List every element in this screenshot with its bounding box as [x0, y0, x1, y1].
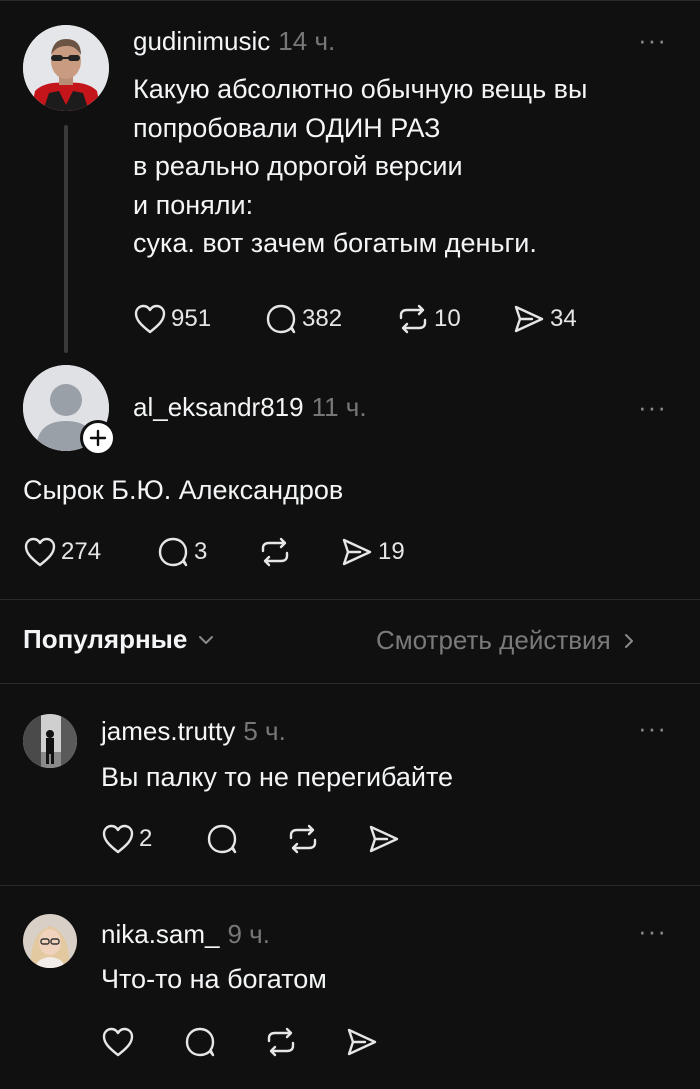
repost-icon [261, 537, 289, 567]
sort-dropdown[interactable]: Популярные [23, 624, 217, 655]
reply-repost-button[interactable] [258, 535, 292, 569]
comment-more-button[interactable]: ··· [638, 715, 667, 741]
post-comment-button[interactable]: 382 [264, 302, 342, 336]
sort-label: Популярные [23, 624, 188, 654]
chevron-down-icon [199, 635, 214, 644]
reply-share-button[interactable]: 19 [340, 535, 405, 569]
post-more-button[interactable]: ··· [638, 27, 667, 53]
comment-repost-button[interactable] [286, 822, 320, 856]
post-comment-count: 382 [302, 305, 343, 332]
share-icon [369, 825, 399, 853]
comment-username[interactable]: james.trutty [101, 716, 235, 746]
comment-author[interactable]: nika.sam_ 9 ч. [101, 919, 270, 950]
top-divider [0, 0, 700, 1]
repost-icon [399, 304, 427, 334]
comment-icon [185, 1027, 215, 1057]
reply-author[interactable]: al_eksandr819 11 ч. [133, 392, 367, 423]
comment-like-button[interactable] [101, 1025, 135, 1059]
comment-text: Что-то на богатом [101, 964, 327, 994]
reply-share-count: 19 [378, 538, 405, 565]
repost-icon [289, 824, 317, 854]
comment-icon [158, 537, 188, 567]
comment-icon [266, 304, 296, 334]
post-repost-button[interactable]: 10 [396, 302, 461, 336]
heart-icon [24, 537, 56, 567]
reply-like-count: 274 [61, 538, 102, 565]
filter-divider [0, 683, 700, 684]
comment-timestamp: 9 ч. [227, 919, 270, 949]
share-icon [514, 305, 544, 333]
post-like-count: 951 [171, 305, 212, 332]
follow-button[interactable] [80, 420, 116, 456]
avatar-gudinimusic[interactable] [23, 25, 109, 111]
avatar-james-trutty[interactable] [23, 714, 77, 768]
comment-like-button[interactable]: 2 [101, 822, 152, 856]
share-icon [342, 538, 372, 566]
post-like-button[interactable]: 951 [133, 302, 211, 336]
avatar-nika-sam[interactable] [23, 914, 77, 968]
post-username[interactable]: gudinimusic [133, 26, 270, 56]
comment-reply-button[interactable] [205, 822, 239, 856]
comment-share-button[interactable] [345, 1025, 379, 1059]
comment-more-button[interactable]: ··· [638, 918, 667, 944]
post-text: Какую абсолютно обычную вещь вы попробов… [133, 74, 588, 258]
heart-icon [134, 304, 166, 334]
thread-line [64, 125, 68, 353]
comment-reply-button[interactable] [183, 1025, 217, 1059]
reply-username[interactable]: al_eksandr819 [133, 392, 304, 422]
comment-divider [0, 885, 700, 886]
post-timestamp: 14 ч. [278, 26, 336, 56]
repost-icon [267, 1027, 295, 1057]
chevron-right-icon [624, 633, 633, 648]
comment-username[interactable]: nika.sam_ [101, 919, 220, 949]
heart-icon [102, 1027, 134, 1057]
reply-text: Сырок Б.Ю. Александров [23, 475, 344, 505]
heart-icon [102, 824, 134, 854]
reply-more-button[interactable]: ··· [638, 394, 667, 420]
reply-timestamp: 11 ч. [311, 392, 367, 422]
post-share-button[interactable]: 34 [512, 302, 577, 336]
comment-share-button[interactable] [367, 822, 401, 856]
comment-timestamp: 5 ч. [243, 716, 286, 746]
view-activity-link[interactable]: Смотреть действия [376, 625, 639, 656]
comment-icon [207, 824, 237, 854]
post-repost-count: 10 [434, 305, 461, 332]
share-icon [347, 1028, 377, 1056]
reply-like-button[interactable]: 274 [23, 535, 101, 569]
post-author[interactable]: gudinimusic 14 ч. [133, 26, 335, 57]
section-divider [0, 599, 700, 600]
comment-like-count: 2 [139, 825, 153, 852]
comment-author[interactable]: james.trutty 5 ч. [101, 716, 286, 747]
post-share-count: 34 [550, 305, 577, 332]
comment-repost-button[interactable] [264, 1025, 298, 1059]
comment-text: Вы палку то не перегибайте [101, 762, 454, 792]
view-activity-label: Смотреть действия [376, 625, 611, 655]
reply-comment-count: 3 [194, 538, 208, 565]
reply-comment-button[interactable]: 3 [156, 535, 207, 569]
plus-icon [89, 429, 107, 447]
